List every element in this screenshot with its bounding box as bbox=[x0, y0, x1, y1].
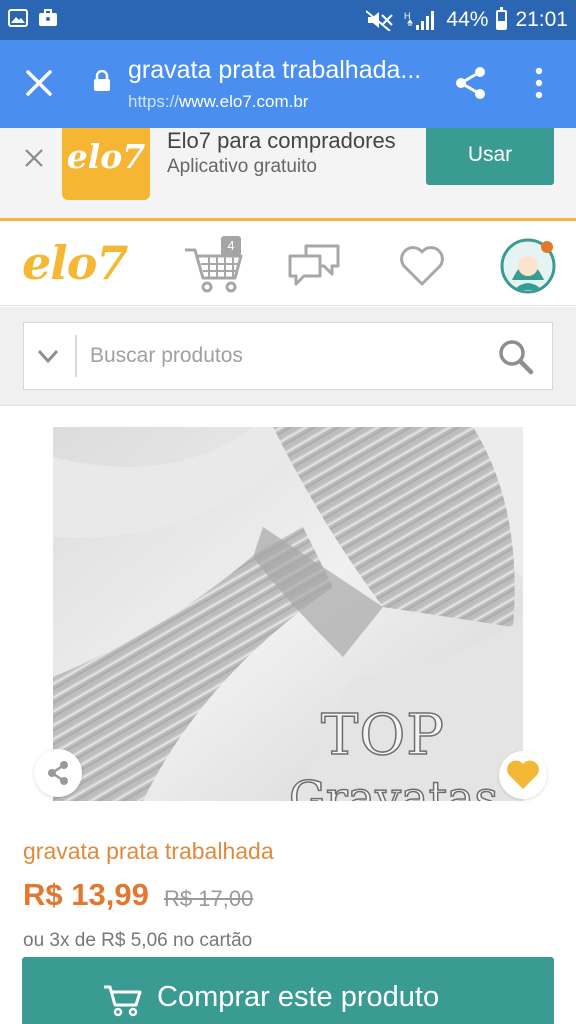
cart-count-badge: 4 bbox=[221, 236, 241, 256]
share-icon bbox=[48, 761, 68, 785]
buy-button-label: Comprar este produto bbox=[157, 981, 440, 1013]
search-box bbox=[23, 322, 553, 390]
browser-toolbar: gravata prata trabalhada... https://www.… bbox=[0, 40, 576, 128]
mute-icon bbox=[366, 10, 394, 31]
battery-percent: 44% bbox=[446, 8, 489, 31]
url-host: www.elo7.com.br bbox=[179, 92, 309, 111]
url-scheme: https:// bbox=[128, 92, 180, 111]
close-banner-icon[interactable] bbox=[24, 148, 44, 168]
heart-filled-icon bbox=[507, 760, 539, 789]
more-vert-icon[interactable] bbox=[527, 66, 551, 100]
search-area bbox=[0, 307, 576, 406]
installments-text: ou 3x de R$ 5,06 no cartão bbox=[23, 930, 253, 951]
site-header: elo7 4 bbox=[0, 224, 576, 306]
gallery-icon bbox=[8, 9, 28, 27]
favorite-product-button[interactable] bbox=[499, 751, 547, 799]
share-icon[interactable] bbox=[454, 66, 488, 100]
status-bar: H 44% 21:01 bbox=[0, 0, 576, 40]
image-watermark: TOP bbox=[320, 702, 445, 769]
url-bar[interactable]: https://www.elo7.com.br bbox=[128, 92, 308, 112]
site-logo[interactable]: elo7 bbox=[22, 236, 128, 290]
search-input[interactable] bbox=[90, 333, 470, 379]
buy-button[interactable]: Comprar este produto bbox=[22, 957, 554, 1024]
svg-text:H: H bbox=[404, 11, 411, 21]
signal-icon: H bbox=[404, 11, 435, 30]
app-install-banner: elo7 Elo7 para compradores Aplicativo gr… bbox=[0, 128, 576, 221]
share-product-button[interactable] bbox=[34, 749, 82, 797]
tie-photo bbox=[53, 427, 523, 801]
page-title[interactable]: gravata prata trabalhada... bbox=[128, 56, 421, 85]
battery-icon bbox=[496, 7, 508, 30]
use-app-button[interactable]: Usar bbox=[426, 128, 554, 185]
banner-subtitle: Aplicativo gratuito bbox=[167, 156, 317, 177]
briefcase-icon bbox=[39, 9, 57, 26]
app-logo: elo7 bbox=[62, 128, 150, 200]
product-price: R$ 13,99 bbox=[23, 877, 149, 912]
chat-icon[interactable] bbox=[286, 242, 342, 288]
banner-title: Elo7 para compradores bbox=[167, 128, 396, 153]
product-title: gravata prata trabalhada bbox=[23, 838, 274, 864]
image-watermark-2: Gravatas bbox=[288, 770, 499, 801]
search-icon[interactable] bbox=[498, 339, 534, 375]
close-icon[interactable] bbox=[20, 64, 58, 102]
old-price: R$ 17,00 bbox=[164, 886, 254, 911]
chevron-down-icon[interactable] bbox=[36, 345, 60, 367]
lock-icon bbox=[94, 70, 110, 91]
search-divider bbox=[75, 335, 77, 377]
product-image[interactable]: TOP Gravatas bbox=[53, 427, 523, 801]
avatar-icon[interactable] bbox=[500, 238, 556, 294]
clock: 21:01 bbox=[515, 8, 568, 31]
cart-icon bbox=[104, 985, 142, 1017]
heart-icon[interactable] bbox=[398, 244, 446, 288]
